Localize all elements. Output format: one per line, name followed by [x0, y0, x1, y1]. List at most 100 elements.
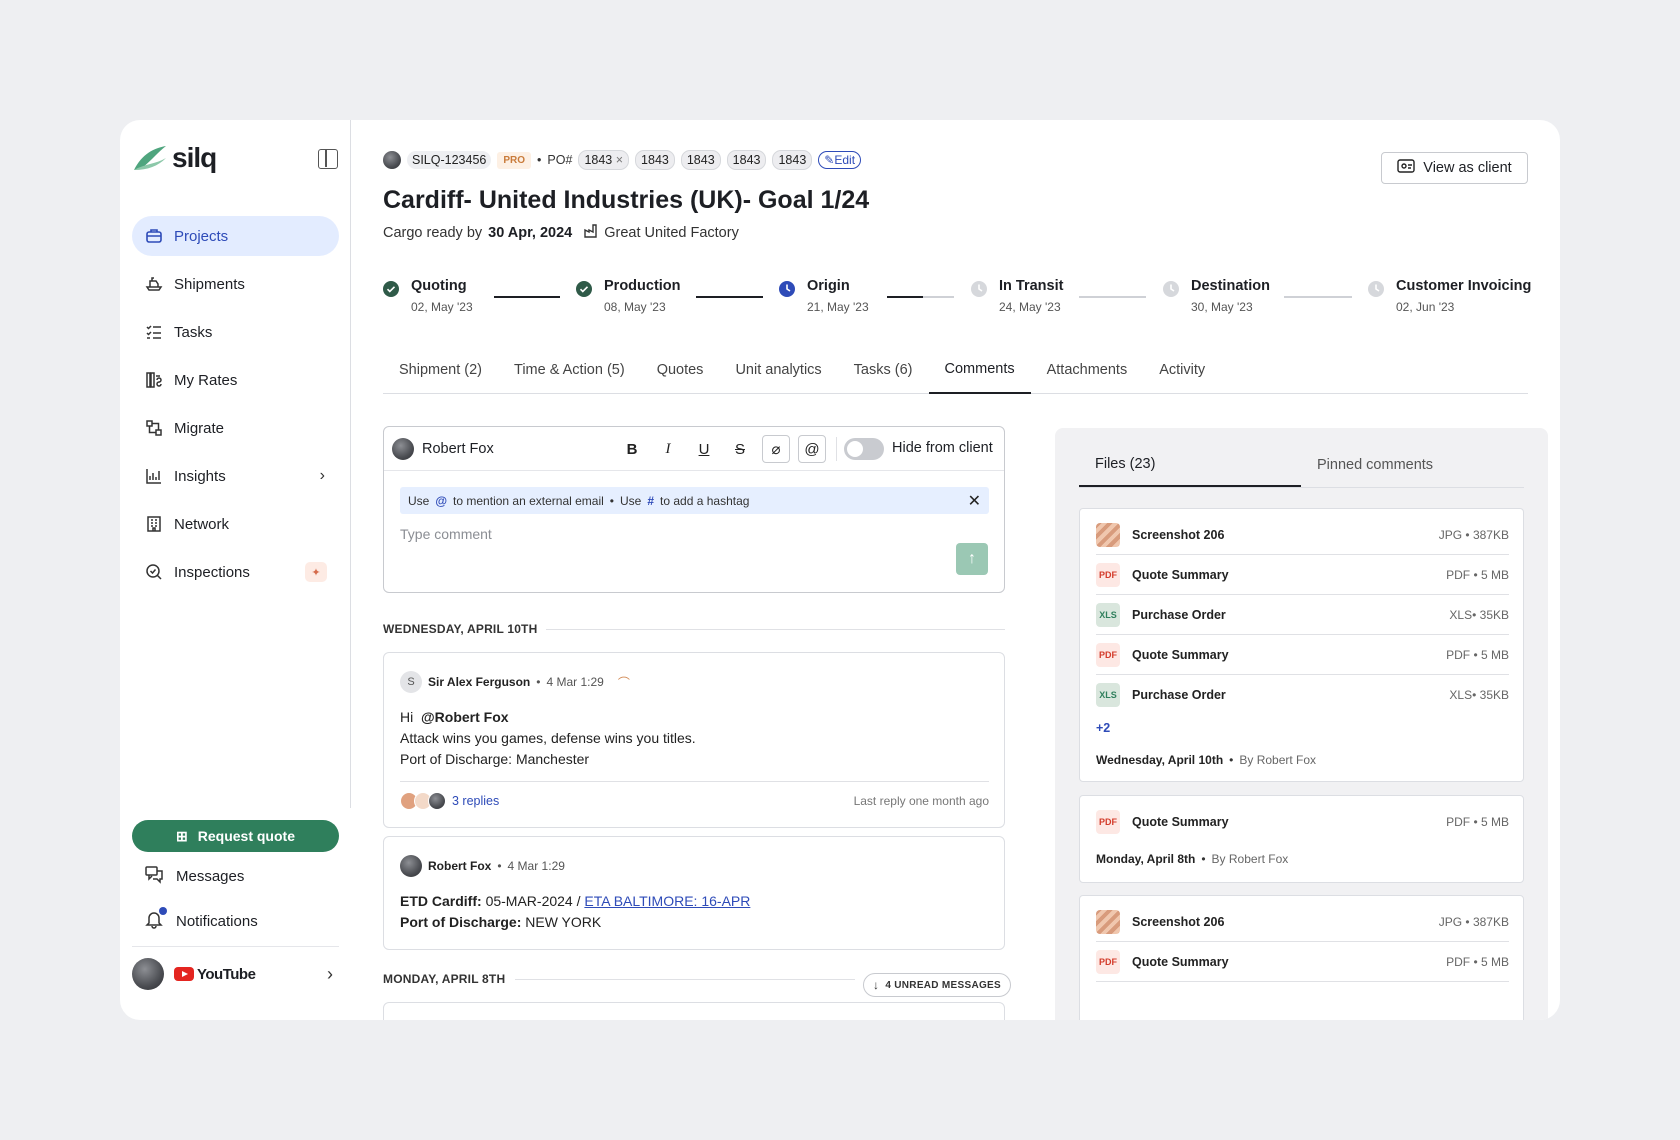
sidebar-item-shipments[interactable]: Shipments	[132, 264, 339, 304]
clock-icon	[1368, 281, 1384, 297]
chevron-right-icon: ›	[319, 467, 325, 484]
po-chip[interactable]: 1843 ×	[578, 150, 630, 170]
notification-dot	[159, 907, 167, 915]
tab-activity[interactable]: Activity	[1143, 346, 1221, 394]
pro-badge: PRO	[497, 151, 532, 169]
sidebar-item-network[interactable]: Network	[132, 504, 339, 544]
tab-unit-analytics[interactable]: Unit analytics	[719, 346, 837, 394]
file-row[interactable]: Screenshot 206 JPG • 387KB	[1096, 515, 1509, 555]
clock-icon	[779, 281, 795, 297]
sidebar-item-label: Insights	[174, 467, 226, 485]
silq-logo[interactable]: silq	[132, 142, 217, 174]
po-chip[interactable]: 1843	[635, 150, 675, 170]
file-row[interactable]: PDF Quote Summary PDF • 5 MB	[1096, 802, 1509, 842]
mention-icon[interactable]: @	[798, 435, 826, 463]
cargo-info: Cargo ready by 30 Apr, 2024 Great United…	[383, 224, 739, 242]
replies-link[interactable]: 3 replies	[452, 794, 499, 808]
sidebar-item-projects[interactable]: Projects	[132, 216, 339, 256]
tab-shipment[interactable]: Shipment (2)	[383, 346, 498, 394]
hide-from-client-label: Hide from client	[892, 440, 993, 456]
file-row[interactable]: XLS Purchase Order XLS• 35KB	[1096, 675, 1509, 715]
comment-card: S Sir Alex Ferguson • 4 Mar 1:29 ⌒ Hi @R…	[383, 652, 1005, 828]
arrow-up-icon: ↑	[968, 550, 976, 567]
po-chip[interactable]: 1843	[772, 150, 813, 170]
youtube-play-icon	[174, 967, 194, 981]
tab-tasks[interactable]: Tasks (6)	[838, 346, 929, 394]
sidebar-item-label: My Rates	[174, 371, 238, 389]
step-connector-progress	[887, 296, 923, 298]
strikethrough-icon[interactable]: S	[726, 435, 754, 463]
image-file-icon	[1096, 909, 1120, 934]
close-icon[interactable]: ✕	[968, 491, 981, 511]
pdf-file-icon: PDF	[1096, 949, 1120, 974]
tab-pinned-comments[interactable]: Pinned comments	[1301, 442, 1523, 487]
day-separator: MONDAY, APRIL 8TH	[383, 972, 506, 986]
underline-icon[interactable]: U	[690, 435, 718, 463]
tab-comments[interactable]: Comments	[928, 346, 1031, 394]
comment-input[interactable]: Type comment	[400, 526, 492, 542]
tab-time-action[interactable]: Time & Action (5)	[498, 346, 641, 394]
sidebar: silq Projects Shipments Tasks My Rates M…	[120, 120, 351, 1020]
sidebar-item-my-rates[interactable]: My Rates	[132, 360, 339, 400]
rates-icon	[144, 370, 164, 390]
composer-user: Robert Fox	[392, 437, 494, 460]
app-window: silq Projects Shipments Tasks My Rates M…	[120, 120, 1560, 1020]
sidebar-item-inspections[interactable]: Inspections ✦	[132, 552, 339, 592]
file-row[interactable]: XLS Purchase Order XLS• 35KB	[1096, 595, 1509, 635]
collapse-sidebar-icon[interactable]	[318, 149, 338, 169]
attachment-icon[interactable]: ⌀	[762, 435, 790, 463]
avatar	[428, 792, 446, 810]
tab-quotes[interactable]: Quotes	[641, 346, 720, 394]
project-meta-row: SILQ-123456 PRO • PO# 1843 × 1843 1843 1…	[383, 150, 862, 170]
factory-name: Great United Factory	[604, 225, 739, 241]
check-circle-icon	[383, 281, 399, 297]
clock-icon	[971, 281, 987, 297]
sidebar-item-label: Shipments	[174, 275, 245, 293]
migrate-icon	[144, 418, 164, 438]
notifications-link[interactable]: Notifications	[144, 907, 258, 933]
pencil-icon: ✎	[824, 153, 835, 167]
project-id: SILQ-123456	[407, 151, 492, 169]
step-connector	[1079, 296, 1146, 298]
bold-icon[interactable]: B	[618, 435, 646, 463]
comment-author: Robert Fox	[428, 859, 492, 873]
file-row[interactable]: PDF Quote Summary PDF • 5 MB	[1096, 555, 1509, 595]
italic-icon[interactable]: I	[654, 435, 682, 463]
sidebar-item-label: Tasks	[174, 323, 213, 341]
pdf-file-icon: PDF	[1096, 642, 1120, 667]
sidebar-item-label: Network	[174, 515, 230, 533]
eta-link[interactable]: ETA BALTIMORE: 16-APR	[584, 893, 750, 909]
hide-from-client-toggle[interactable]	[844, 438, 884, 460]
po-chip[interactable]: 1843	[680, 150, 721, 170]
tab-attachments[interactable]: Attachments	[1031, 346, 1144, 394]
edit-po-button[interactable]: ✎Edit	[818, 151, 862, 169]
messages-link[interactable]: Messages	[144, 864, 244, 888]
step-connector	[696, 296, 763, 298]
leaf-logo-icon	[134, 146, 166, 170]
workspace-switcher[interactable]: YouTube ›	[132, 958, 339, 990]
file-row[interactable]: PDF Quote Summary PDF • 5 MB	[1096, 635, 1509, 675]
file-row[interactable]: Screenshot 206 JPG • 387KB	[1096, 902, 1509, 942]
search-check-icon	[144, 562, 164, 582]
mention[interactable]: @Robert Fox	[421, 709, 509, 725]
po-chip[interactable]: 1843	[726, 150, 767, 170]
file-row[interactable]: PDF Quote Summary PDF • 5 MB	[1096, 942, 1509, 982]
avatar	[383, 151, 401, 169]
comment-time: 4 Mar 1:29	[546, 675, 604, 689]
comment-time: 4 Mar 1:29	[507, 859, 565, 873]
factory-icon	[584, 224, 598, 242]
more-files-link[interactable]: +2	[1096, 721, 1110, 735]
sidebar-item-label: Migrate	[174, 419, 225, 437]
sidebar-item-insights[interactable]: Insights ›	[132, 456, 339, 496]
close-icon[interactable]: ×	[616, 153, 623, 167]
tab-files[interactable]: Files (23)	[1079, 442, 1301, 487]
sidebar-item-tasks[interactable]: Tasks	[132, 312, 339, 352]
pdf-file-icon: PDF	[1096, 810, 1120, 834]
send-button[interactable]: ↑	[956, 543, 988, 575]
chart-icon	[144, 466, 164, 486]
view-as-client-button[interactable]: View as client	[1381, 152, 1528, 184]
sidebar-item-migrate[interactable]: Migrate	[132, 408, 339, 448]
progress-timeline: Quoting 02, May '23 Production 08, May '…	[383, 278, 1531, 322]
request-quote-button[interactable]: ⊞ Request quote	[132, 820, 339, 852]
unread-messages-button[interactable]: ↓ 4 UNREAD MESSAGES	[863, 973, 1011, 997]
